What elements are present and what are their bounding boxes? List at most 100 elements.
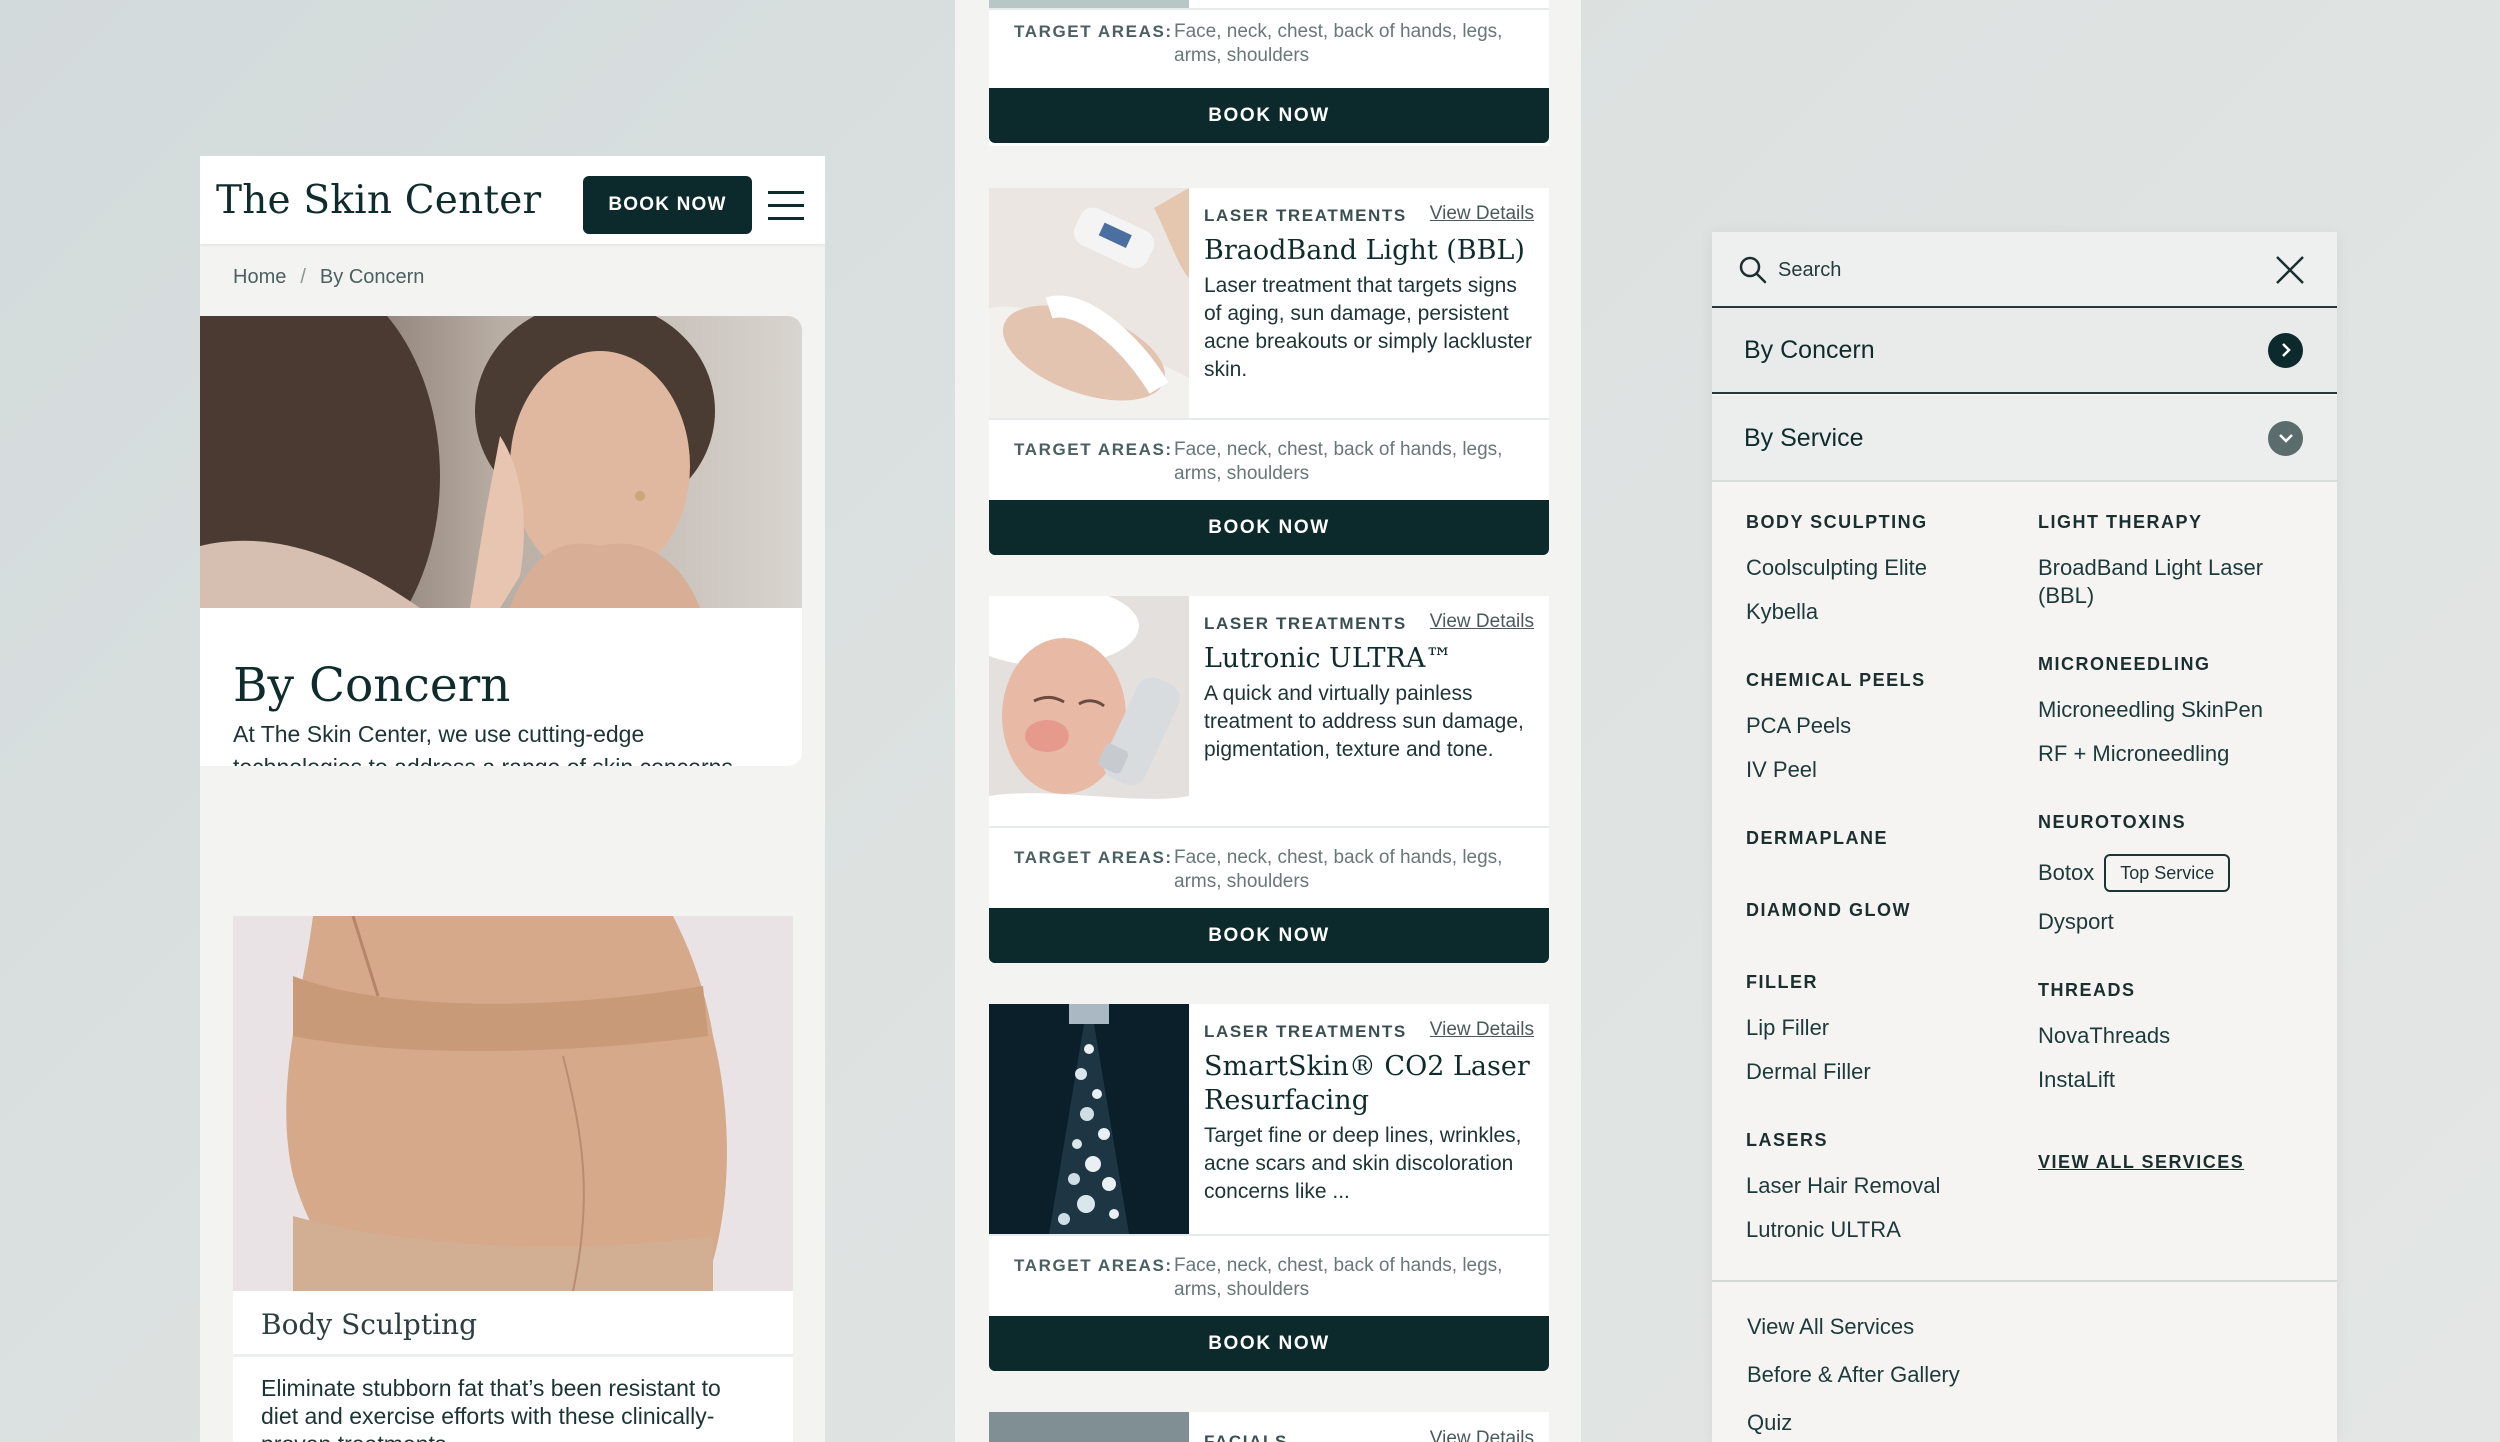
service-link-botox[interactable]: Botox [2038, 860, 2094, 885]
card-divider [989, 1234, 1549, 1236]
target-areas-label: TARGET AREAS: [1014, 848, 1173, 867]
chevron-right-icon [2268, 332, 2303, 368]
nav-by-service-label: By Service [1744, 423, 1864, 452]
category-heading-filler[interactable]: FILLER [1746, 972, 2036, 998]
hero-image [200, 316, 802, 686]
menu-divider [1712, 1280, 2337, 1282]
service-link-coolsculpting[interactable]: Coolsculpting Elite [1746, 554, 2036, 582]
target-areas-label: TARGET AREAS: [1014, 22, 1173, 41]
nav-by-service[interactable]: By Service [1712, 396, 2337, 482]
category-heading-microneedling[interactable]: MICRONEEDLING [2038, 654, 2328, 680]
service-category: LASER TREATMENTS [1204, 1022, 1407, 1041]
target-areas-text: Face, neck, chest, back of hands, legs, … [1174, 439, 1503, 484]
view-details-link[interactable]: View Details [1430, 203, 1534, 225]
concern-card-description: Eliminate stubborn fat that’s been resis… [261, 1375, 721, 1442]
category-heading-diamond-glow[interactable]: DIAMOND GLOW [1746, 900, 2036, 926]
book-now-button[interactable]: BOOK NOW [989, 88, 1549, 143]
navigation-menu-screen: By Concern By Service BODY SCULPTING Coo… [1712, 232, 2337, 1442]
nav-by-concern[interactable]: By Concern [1712, 308, 2337, 394]
category-heading-lasers[interactable]: LASERS [1746, 1130, 2036, 1156]
service-description: A quick and virtually painless treatment… [1204, 682, 1524, 761]
site-header: The Skin Center BOOK NOW [200, 156, 825, 244]
service-category: LASER TREATMENTS [1204, 206, 1407, 225]
breadcrumb-current: By Concern [319, 266, 425, 288]
view-all-services-link[interactable]: VIEW ALL SERVICES [2038, 1152, 2328, 1173]
footer-link-quiz[interactable]: Quiz [1747, 1410, 1960, 1442]
service-link-lip-filler[interactable]: Lip Filler [1746, 1014, 2036, 1042]
hamburger-menu-icon[interactable] [768, 191, 804, 221]
concern-card-title[interactable]: Body Sculpting [261, 1308, 477, 1341]
target-areas-text: Face, neck, chest, back of hands, legs, … [1174, 847, 1503, 892]
view-details-link[interactable]: View Details [1430, 1428, 1534, 1442]
services-mega-menu: BODY SCULPTING Coolsculpting Elite Kybel… [1712, 482, 2337, 1282]
service-title[interactable]: BraodBand Light (BBL) [1204, 234, 1534, 268]
category-heading-body-sculpting[interactable]: BODY SCULPTING [1746, 512, 2036, 538]
target-areas-text: Face, neck, chest, back of hands, legs, … [1174, 21, 1503, 66]
mega-menu-left-column: BODY SCULPTING Coolsculpting Elite Kybel… [1746, 482, 2036, 1244]
concern-page-screen: The Skin Center BOOK NOW Home / By Concern [200, 156, 825, 1442]
service-link-rf-microneedling[interactable]: RF + Microneedling [2038, 740, 2328, 768]
view-details-link[interactable]: View Details [1430, 1019, 1534, 1041]
search-bar [1712, 232, 2337, 308]
nav-by-concern-label: By Concern [1744, 335, 1875, 364]
service-card-partial-top: TARGET AREAS: Face, neck, chest, back of… [989, 0, 1549, 146]
service-link-dysport[interactable]: Dysport [2038, 908, 2328, 936]
page-title: By Concern [233, 658, 511, 713]
service-link-skinpen[interactable]: Microneedling SkinPen [2038, 696, 2328, 724]
service-link-pca-peels[interactable]: PCA Peels [1746, 712, 2036, 740]
service-link-bbl[interactable]: BroadBand Light Laser (BBL) [2038, 554, 2298, 610]
category-heading-threads[interactable]: THREADS [2038, 980, 2328, 1006]
header-book-now-button[interactable]: BOOK NOW [583, 176, 752, 234]
service-category: LASER TREATMENTS [1204, 614, 1407, 633]
book-now-button[interactable]: BOOK NOW [989, 500, 1549, 555]
mega-menu-right-column: LIGHT THERAPY BroadBand Light Laser (BBL… [2038, 482, 2328, 1173]
service-title[interactable]: Lutronic ULTRA™ [1204, 642, 1534, 676]
concern-card-body-sculpting[interactable]: Body Sculpting Eliminate stubborn fat th… [233, 916, 793, 1442]
service-link-instalift[interactable]: InstaLift [2038, 1066, 2328, 1094]
hero-card: By Concern At The Skin Center, we use cu… [200, 316, 802, 766]
top-service-badge: Top Service [2104, 854, 2231, 892]
card-divider [989, 418, 1549, 420]
category-heading-chemical-peels[interactable]: CHEMICAL PEELS [1746, 670, 2036, 696]
service-link-novathreads[interactable]: NovaThreads [2038, 1022, 2328, 1050]
target-areas-label: TARGET AREAS: [1014, 1256, 1173, 1275]
facials-image [989, 1412, 1189, 1442]
book-now-button[interactable]: BOOK NOW [989, 908, 1549, 963]
service-description: Target fine or deep lines, wrinkles, acn… [1204, 1124, 1522, 1203]
footer-link-before-after-gallery[interactable]: Before & After Gallery [1747, 1362, 1960, 1410]
site-logo[interactable]: The Skin Center [216, 178, 541, 223]
footer-link-view-all-services[interactable]: View All Services [1747, 1314, 1960, 1362]
target-areas-text: Face, neck, chest, back of hands, legs, … [1174, 1255, 1503, 1300]
service-link-laser-hair-removal[interactable]: Laser Hair Removal [1746, 1172, 2036, 1200]
body-sculpting-image [233, 916, 793, 1292]
service-link-iv-peel[interactable]: IV Peel [1746, 756, 2036, 784]
service-card-smartskin-co2: LASER TREATMENTS View Details SmartSkin®… [989, 1004, 1549, 1371]
search-input[interactable] [1778, 252, 2218, 288]
service-card-partial-bottom: FACIALS View Details [989, 1412, 1549, 1442]
breadcrumb-home-link[interactable]: Home [233, 266, 286, 288]
services-list-screen: TARGET AREAS: Face, neck, chest, back of… [955, 0, 1581, 1442]
book-now-button[interactable]: BOOK NOW [989, 1316, 1549, 1371]
service-link-dermal-filler[interactable]: Dermal Filler [1746, 1058, 2036, 1086]
chevron-down-icon [2268, 420, 2303, 456]
service-link-kybella[interactable]: Kybella [1746, 598, 2036, 626]
category-heading-light-therapy[interactable]: LIGHT THERAPY [2038, 512, 2328, 538]
bbl-image [989, 188, 1189, 418]
view-details-link[interactable]: View Details [1430, 611, 1534, 633]
service-link-botox-row: Botox Top Service [2038, 854, 2328, 892]
category-heading-dermaplane[interactable]: DERMAPLANE [1746, 828, 2036, 854]
service-link-lutronic-ultra[interactable]: Lutronic ULTRA [1746, 1216, 2036, 1244]
target-areas-label: TARGET AREAS: [1014, 440, 1173, 459]
service-category: FACIALS [1204, 1432, 1288, 1442]
menu-footer-links: View All Services Before & After Gallery… [1747, 1314, 1960, 1442]
service-title[interactable]: SmartSkin® CO2 Laser Resurfacing [1204, 1050, 1534, 1118]
breadcrumb-separator: / [300, 266, 306, 288]
service-card-bbl: LASER TREATMENTS View Details BraodBand … [989, 188, 1549, 555]
card-divider [989, 826, 1549, 828]
page-intro: At The Skin Center, we use cutting-edge … [233, 721, 733, 766]
category-heading-neurotoxins[interactable]: NEUROTOXINS [2038, 812, 2328, 838]
close-icon[interactable] [2272, 252, 2308, 288]
lutronic-image [989, 596, 1189, 826]
breadcrumb: Home / By Concern [233, 266, 424, 289]
service-description: Laser treatment that targets signs of ag… [1204, 274, 1532, 381]
